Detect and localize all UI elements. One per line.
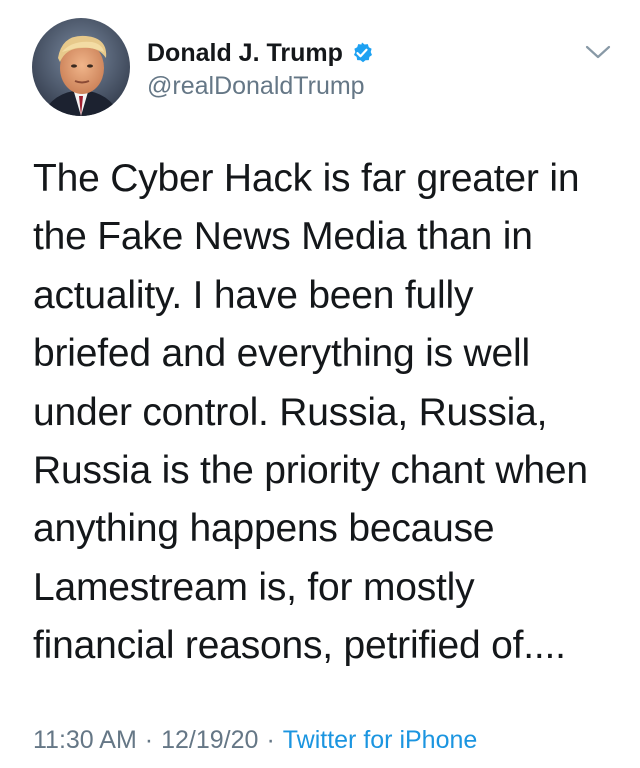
tweet-line: actuality. I have been fully [33, 273, 474, 317]
tweet-metadata: 11:30 AM · 12/19/20 · Twitter for iPhone [33, 726, 477, 755]
tweet-line: anything happens because [33, 507, 495, 551]
tweet-line: under control. Russia, Russia, [33, 390, 548, 434]
tweet-body: The Cyber Hack is far greater in the Fak… [33, 150, 623, 676]
tweet-time[interactable]: 11:30 AM [33, 726, 137, 754]
chevron-down-icon[interactable] [582, 40, 614, 64]
tweet-line: Lamestream is, for mostly [33, 565, 475, 609]
tweet-source-link[interactable]: Twitter for iPhone [283, 726, 478, 754]
tweet-line: Russia is the priority chant when [33, 449, 588, 493]
verified-badge-icon [350, 41, 374, 65]
tweet-line: The Cyber Hack is far greater in [33, 157, 580, 200]
author-handle[interactable]: @realDonaldTrump [147, 72, 365, 101]
author-display-name[interactable]: Donald J. Trump [147, 39, 343, 68]
author-name-row[interactable]: Donald J. Trump [147, 36, 374, 70]
tweet-line: financial reasons, petrified of.... [33, 624, 566, 668]
tweet-card: Donald J. Trump @realDonaldTrump The Cyb… [0, 0, 640, 768]
meta-separator: · [144, 726, 154, 754]
meta-separator: · [266, 726, 275, 754]
tweet-date[interactable]: 12/19/20 [161, 726, 258, 754]
avatar[interactable] [32, 18, 130, 116]
tweet-line: briefed and everything is well [33, 332, 530, 376]
tweet-line: the Fake News Media than in [33, 215, 533, 259]
avatar-image [32, 18, 130, 116]
